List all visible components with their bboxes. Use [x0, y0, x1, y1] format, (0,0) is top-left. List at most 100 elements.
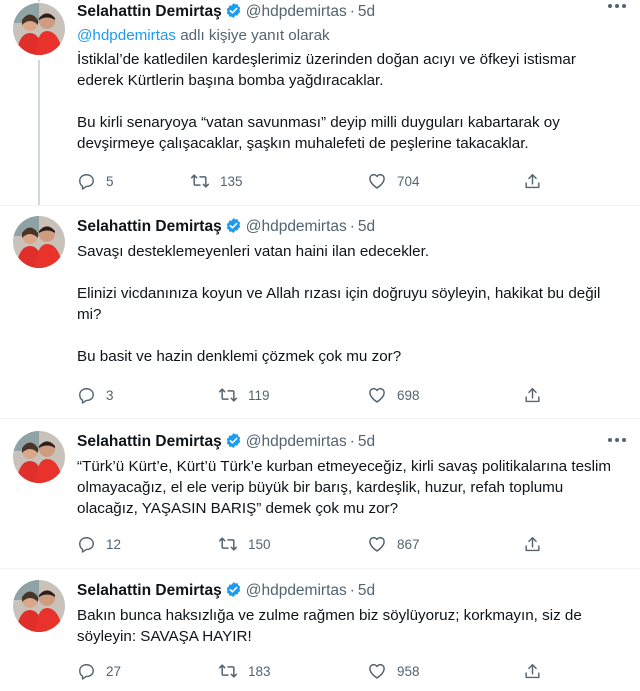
tweet-paragraph: Bu kirli senaryoya “vatan savunması” dey…	[77, 114, 560, 152]
like-count: 867	[397, 536, 420, 552]
tweet-4[interactable]: Selahattin Demirtaş @hdpdemirtas · 5d Bakın…	[0, 577, 640, 691]
reply-count: 5	[106, 173, 114, 189]
like-button[interactable]: 867	[367, 534, 420, 554]
tweet-2[interactable]: Selahattin Demirtaş @hdpdemirtas · 5d Savaş…	[0, 213, 640, 418]
author-name[interactable]: Selahattin Demirtaş	[77, 218, 222, 235]
more-options-icon[interactable]	[608, 4, 626, 10]
reply-count: 27	[106, 663, 122, 679]
share-icon	[525, 536, 540, 551]
tweet-header: Selahattin Demirtaş @hdpdemirtas · 5d	[77, 2, 375, 25]
tweet-header: Selahattin Demirtaş @hdpdemirtas · 5d	[77, 581, 375, 604]
like-button[interactable]: 698	[367, 385, 420, 405]
retweet-icon	[218, 537, 238, 551]
share-button[interactable]	[523, 385, 542, 405]
author-name[interactable]: Selahattin Demirtaş	[77, 433, 222, 450]
like-count: 958	[397, 663, 420, 679]
reply-icon	[79, 387, 94, 404]
tweet-actions: 12 150 867	[77, 534, 547, 554]
avatar[interactable]	[13, 216, 65, 268]
tweet-3[interactable]: Selahattin Demirtaş @hdpdemirtas · 5d “Türk…	[0, 428, 640, 568]
tweet-divider	[0, 205, 640, 206]
reply-button[interactable]: 5	[77, 171, 114, 191]
tweet-time[interactable]: 5d	[358, 3, 375, 20]
retweet-button[interactable]: 183	[218, 661, 271, 681]
retweet-count: 119	[248, 387, 270, 403]
tweet-time[interactable]: 5d	[358, 218, 375, 235]
author-name[interactable]: Selahattin Demirtaş	[77, 3, 222, 20]
reply-button[interactable]: 3	[77, 385, 114, 405]
separator-dot: ·	[349, 582, 355, 599]
tweet-paragraph: Bu basit ve hazin denklemi çözmek çok mu…	[77, 348, 402, 365]
tweet-header: Selahattin Demirtaş @hdpdemirtas · 5d	[77, 217, 375, 240]
reply-count: 12	[106, 536, 122, 552]
tweet-text: Savaşı desteklemeyenleri vatan haini ila…	[77, 241, 622, 367]
tweet-text: Bakın bunca haksızlığa ve zulme rağmen b…	[77, 605, 622, 647]
tweet-text: “Türk’ü Kürt’e, Kürt’ü Türk’e kurban etm…	[77, 456, 622, 519]
tweet-actions: 27 183 958	[77, 661, 547, 681]
author-handle[interactable]: @hdpdemirtas	[246, 3, 347, 20]
retweet-icon	[190, 174, 210, 188]
like-count: 698	[397, 387, 420, 403]
retweet-button[interactable]: 119	[218, 385, 270, 405]
tweet-divider	[0, 568, 640, 569]
tweet-divider	[0, 418, 640, 419]
retweet-button[interactable]: 150	[218, 534, 271, 554]
heart-icon	[369, 173, 385, 189]
separator-dot: ·	[349, 3, 355, 20]
tweet-paragraph: Elinizi vicdanınıza koyun ve Allah rızas…	[77, 285, 601, 323]
more-options-icon[interactable]	[608, 438, 626, 444]
tweet-paragraph: İstiklal’de katledilen kardeşlerimiz üze…	[77, 51, 576, 89]
like-button[interactable]: 958	[367, 661, 420, 681]
retweet-button[interactable]: 135	[190, 171, 243, 191]
author-name[interactable]: Selahattin Demirtaş	[77, 582, 222, 599]
avatar[interactable]	[13, 431, 65, 483]
heart-icon	[369, 663, 385, 679]
avatar[interactable]	[13, 580, 65, 632]
retweet-count: 135	[220, 173, 243, 189]
retweet-count: 150	[248, 536, 271, 552]
retweet-icon	[218, 664, 238, 678]
reply-context: @hdpdemirtas adlı kişiye yanıt olarak	[77, 27, 330, 44]
verified-badge-icon	[225, 581, 242, 604]
heart-icon	[369, 387, 385, 403]
share-button[interactable]	[523, 171, 542, 191]
tweet-paragraph: Bakın bunca haksızlığa ve zulme rağmen b…	[77, 607, 582, 645]
tweet-actions: 5 135 704	[77, 171, 547, 191]
reply-button[interactable]: 12	[77, 534, 121, 554]
author-handle[interactable]: @hdpdemirtas	[246, 218, 347, 235]
tweet-text: İstiklal’de katledilen kardeşlerimiz üze…	[77, 49, 622, 154]
tweet-time[interactable]: 5d	[358, 433, 375, 450]
tweet-actions: 3 119 698	[77, 385, 547, 405]
separator-dot: ·	[349, 433, 355, 450]
tweet-time[interactable]: 5d	[358, 582, 375, 599]
tweet-paragraph: Savaşı desteklemeyenleri vatan haini ila…	[77, 243, 430, 260]
reply-icon	[79, 663, 94, 680]
separator-dot: ·	[349, 218, 355, 235]
reply-to-handle-link[interactable]: @hdpdemirtas	[77, 27, 176, 44]
author-handle[interactable]: @hdpdemirtas	[246, 582, 347, 599]
verified-badge-icon	[225, 2, 242, 25]
reply-count: 3	[106, 387, 114, 403]
share-button[interactable]	[523, 661, 542, 681]
tweet-header: Selahattin Demirtaş @hdpdemirtas · 5d	[77, 432, 375, 455]
like-count: 704	[397, 173, 420, 189]
thread-connector	[38, 0, 40, 2]
share-icon	[525, 663, 540, 678]
share-button[interactable]	[523, 534, 542, 554]
share-icon	[525, 387, 540, 402]
tweet-1[interactable]: Selahattin Demirtaş @hdpdemirtas · 5d @hdpd…	[0, 0, 640, 205]
verified-badge-icon	[225, 217, 242, 240]
avatar[interactable]	[13, 3, 65, 55]
heart-icon	[369, 536, 385, 552]
author-handle[interactable]: @hdpdemirtas	[246, 433, 347, 450]
reply-button[interactable]: 27	[77, 661, 121, 681]
verified-badge-icon	[225, 432, 242, 455]
reply-to-suffix: adlı kişiye yanıt olarak	[176, 27, 330, 44]
share-icon	[525, 173, 540, 188]
like-button[interactable]: 704	[367, 171, 420, 191]
thread-connector	[38, 60, 40, 205]
reply-icon	[79, 536, 94, 553]
retweet-icon	[218, 388, 238, 402]
tweet-paragraph: “Türk’ü Kürt’e, Kürt’ü Türk’e kurban etm…	[77, 458, 612, 517]
retweet-count: 183	[248, 663, 271, 679]
